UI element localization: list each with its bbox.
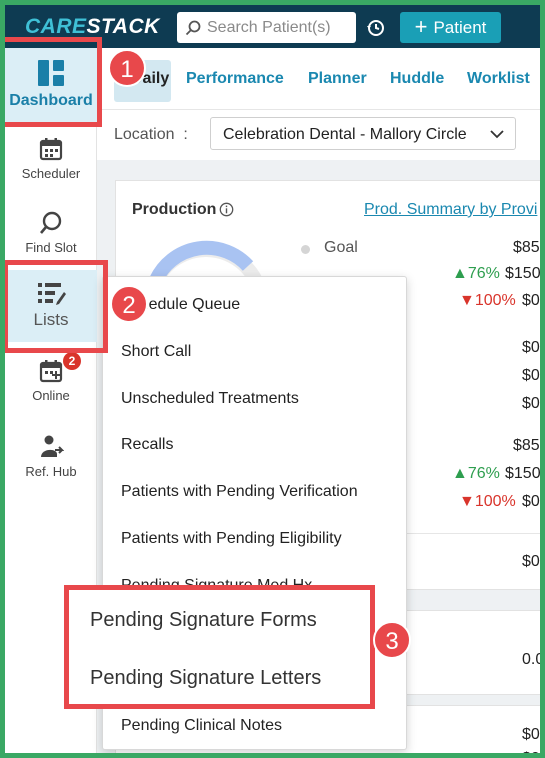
menu-item-unscheduled-treatments[interactable]: Unscheduled Treatments xyxy=(121,390,299,408)
referral-icon xyxy=(41,435,64,457)
highlight-box-lists xyxy=(5,260,108,353)
nav-find-slot[interactable]: Find Slot xyxy=(5,210,97,255)
menu-item-pending-eligibility[interactable]: Patients with Pending Eligibility xyxy=(121,530,342,548)
production-title: Production xyxy=(132,201,217,218)
menu-item-recalls[interactable]: Recalls xyxy=(121,436,173,454)
calendar-icon xyxy=(39,138,63,161)
row-value: $0 xyxy=(522,750,540,753)
pct-down: ▼100% xyxy=(459,493,516,510)
annotation-number-2: 2 xyxy=(110,285,148,323)
chevron-down-icon xyxy=(490,130,504,139)
highlight-box-signature-items xyxy=(64,585,375,709)
row-value: $0 xyxy=(522,395,540,412)
goal-legend-dot xyxy=(301,245,310,254)
row-value: $0 xyxy=(522,367,540,384)
dashboard-tabs: Daily Performance Planner Huddle Worklis… xyxy=(97,48,540,110)
row-value: 0.0 xyxy=(522,651,540,668)
carestack-logo[interactable]: CARESTACK xyxy=(25,15,160,39)
plus-icon: + xyxy=(414,13,428,39)
row-value: $150 xyxy=(505,265,540,282)
search-input[interactable] xyxy=(207,18,347,37)
menu-item-pending-clinical-notes[interactable]: Pending Clinical Notes xyxy=(121,717,282,735)
row-value: $85 xyxy=(513,437,540,454)
app-window: CARESTACK +Patient Dashboard Scheduler F… xyxy=(5,5,540,753)
row-value: $0 xyxy=(522,553,540,570)
search-icon xyxy=(185,20,201,35)
row-value: $150 xyxy=(505,465,540,482)
online-badge: 2 xyxy=(63,352,81,370)
goal-label: Goal xyxy=(324,239,358,256)
menu-item-short-call[interactable]: Short Call xyxy=(121,343,191,361)
tab-planner[interactable]: Planner xyxy=(308,70,367,88)
tab-performance[interactable]: Performance xyxy=(186,70,284,88)
add-patient-button[interactable]: + Patient xyxy=(400,12,501,43)
row-value: $0 xyxy=(522,493,540,510)
nav-scheduler[interactable]: Scheduler xyxy=(5,136,97,181)
pct-up: ▲76% xyxy=(452,265,500,282)
history-icon[interactable] xyxy=(365,18,385,38)
calendar-add-icon xyxy=(39,360,63,383)
goal-value: $85 xyxy=(513,239,540,256)
row-value: $0 xyxy=(522,292,540,309)
pct-up: ▲76% xyxy=(452,465,500,482)
tab-huddle[interactable]: Huddle xyxy=(390,70,444,88)
row-value: $0 xyxy=(522,339,540,356)
nav-ref-hub[interactable]: Ref. Hub xyxy=(5,434,97,479)
tab-worklist[interactable]: Worklist xyxy=(467,70,530,88)
annotation-number-1: 1 xyxy=(108,49,146,87)
info-icon[interactable] xyxy=(219,202,234,217)
patient-search[interactable] xyxy=(177,12,356,43)
location-label: Location : xyxy=(114,126,188,143)
annotation-number-3: 3 xyxy=(373,621,411,659)
menu-item-pending-verification[interactable]: Patients with Pending Verification xyxy=(121,483,358,501)
row-value: $0 xyxy=(522,726,540,743)
magnifier-icon xyxy=(40,211,62,234)
prod-summary-link[interactable]: Prod. Summary by Provi xyxy=(364,201,537,219)
nav-online[interactable]: Online 2 xyxy=(5,352,97,403)
pct-down: ▼100% xyxy=(459,292,516,309)
highlight-box-dashboard xyxy=(5,37,102,127)
location-select[interactable]: Celebration Dental - Mallory Circle xyxy=(210,117,516,150)
